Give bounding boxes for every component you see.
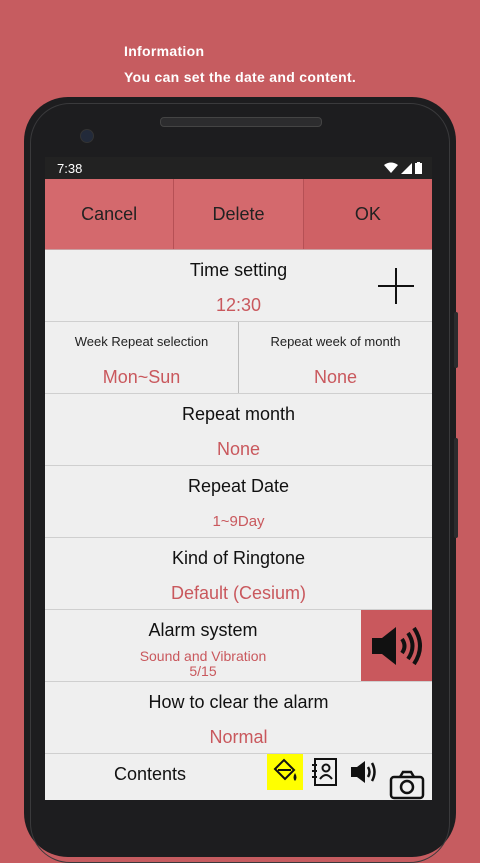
repeat-date-value: 1~9Day: [212, 513, 265, 530]
ringtone-title: Kind of Ringtone: [171, 548, 306, 568]
time-setting-title: Time setting: [189, 260, 288, 280]
info-caption-title: Information: [124, 43, 205, 59]
paint-bucket-icon: [273, 758, 297, 781]
ok-button[interactable]: OK: [303, 179, 432, 249]
ringtone-value: Default (Cesium): [170, 583, 307, 603]
volume-icon: [351, 761, 376, 783]
contact-card-button[interactable]: [307, 754, 343, 790]
ringtone-row[interactable]: Kind of Ringtone Default (Cesium): [45, 538, 432, 610]
repeat-date-row[interactable]: Repeat Date 1~9Day: [45, 466, 432, 538]
alarm-system-row[interactable]: Alarm system Sound and Vibration 5/15: [45, 610, 432, 682]
repeat-month-title: Repeat month: [181, 404, 296, 424]
time-setting-value: 12:30: [215, 295, 262, 315]
status-bar: 7:38: [45, 157, 432, 179]
camera-button[interactable]: [387, 754, 427, 800]
info-caption-text: You can set the date and content.: [124, 69, 357, 85]
speaker-icon: [371, 626, 422, 665]
repeat-month-row[interactable]: Repeat month None: [45, 394, 432, 466]
paint-bucket-button[interactable]: [267, 754, 303, 790]
alarm-system-details: Sound and Vibration 5/15: [45, 649, 361, 679]
camera-icon: [389, 770, 425, 800]
clear-alarm-value: Normal: [209, 727, 268, 747]
repeat-week-of-month-title: Repeat week of month: [270, 334, 401, 349]
volume-rocker: [454, 438, 458, 538]
clear-alarm-row[interactable]: How to clear the alarm Normal: [45, 682, 432, 754]
repeat-week-of-month[interactable]: Repeat week of month None: [238, 322, 432, 393]
repeat-month-value: None: [216, 439, 261, 459]
delete-button[interactable]: Delete: [174, 179, 304, 249]
cancel-button[interactable]: Cancel: [45, 179, 175, 249]
status-icons: [384, 162, 422, 174]
repeat-date-title: Repeat Date: [187, 476, 290, 496]
action-bar: Cancel Delete OK: [45, 179, 432, 250]
week-repeat-value: Mon~Sun: [102, 367, 181, 387]
time-setting-row[interactable]: Time setting 12:30: [45, 250, 432, 322]
week-selection-row: Week Repeat selection Mon~Sun Repeat wee…: [45, 322, 432, 394]
alarm-system-title: Alarm system: [148, 620, 258, 640]
contents-icon-bar: [267, 754, 427, 800]
repeat-week-of-month-value: None: [313, 367, 358, 387]
contents-title: Contents: [113, 764, 187, 784]
status-time: 7:38: [57, 160, 83, 176]
power-button: [454, 312, 458, 368]
alarm-mode: Sound and Vibration: [139, 648, 267, 664]
earpiece-speaker: [160, 117, 322, 127]
front-camera: [80, 129, 94, 143]
week-repeat-title: Week Repeat selection: [74, 334, 209, 349]
week-repeat-selection[interactable]: Week Repeat selection Mon~Sun: [45, 322, 238, 393]
plus-icon[interactable]: [378, 268, 414, 304]
wifi-icon: [384, 162, 398, 173]
sound-button[interactable]: [347, 754, 383, 790]
clear-alarm-title: How to clear the alarm: [148, 692, 329, 712]
contact-card-icon: [312, 758, 337, 786]
speaker-test-button[interactable]: [361, 610, 432, 681]
signal-icon: [401, 162, 412, 174]
contents-row: Contents: [45, 754, 432, 800]
battery-icon: [415, 162, 422, 174]
alarm-volume-level: 5/15: [189, 663, 217, 679]
app-screen: 7:38 Cancel Delete OK Time setting 12:30…: [45, 157, 432, 800]
